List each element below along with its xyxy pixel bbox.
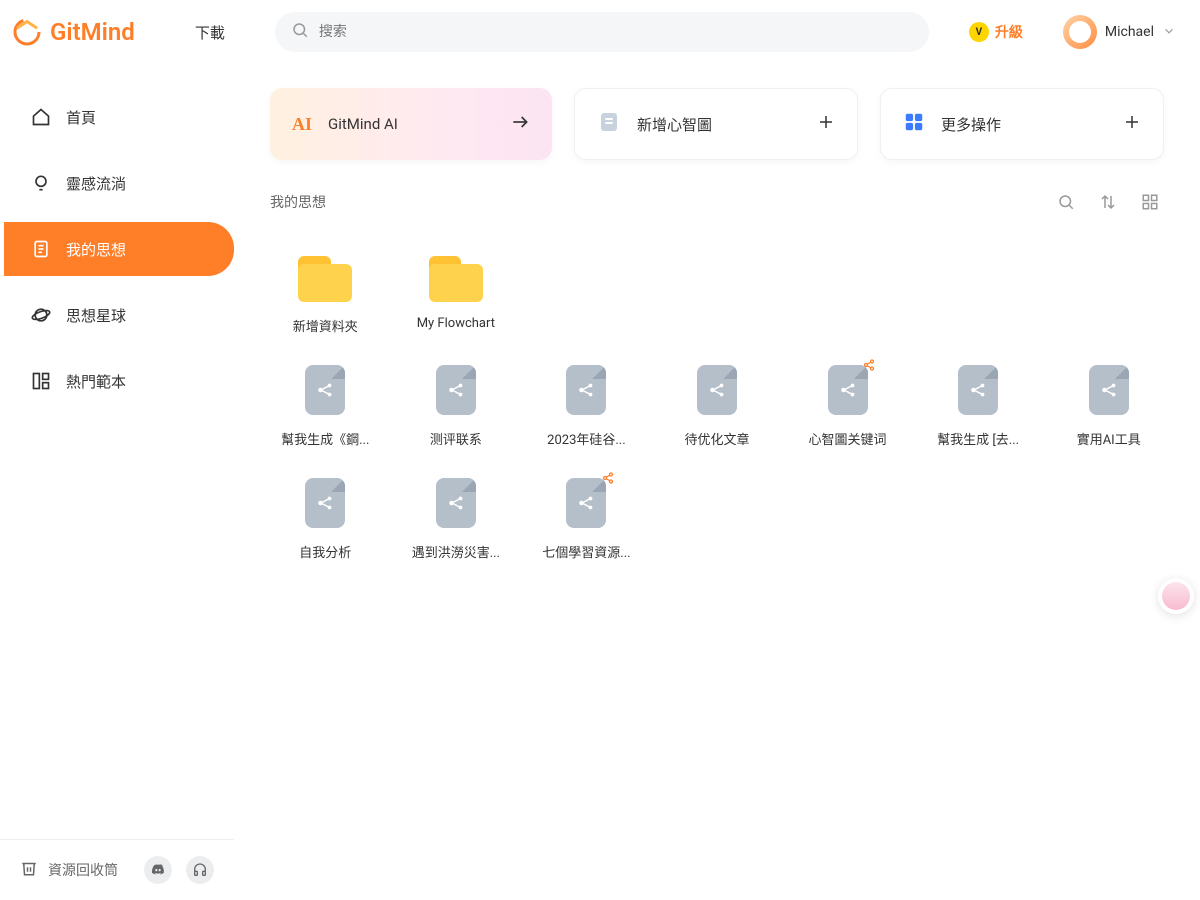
- section-search-button[interactable]: [1052, 188, 1080, 216]
- item-label: 新增資料夾: [293, 316, 358, 335]
- item-label: 2023年硅谷...: [547, 429, 626, 448]
- item-label: 待优化文章: [684, 429, 749, 448]
- sidebar-item-label: 靈感流淌: [66, 173, 126, 194]
- folder-icon: [298, 256, 352, 302]
- sidebar-item-label: 思想星球: [66, 305, 126, 326]
- sidebar-item-inspiration[interactable]: 靈感流淌: [4, 156, 234, 210]
- view-toggle-button[interactable]: [1136, 188, 1164, 216]
- item-label: 自我分析: [299, 542, 351, 561]
- plus-icon: [817, 113, 835, 135]
- sidebar-item-planet[interactable]: 思想星球: [4, 288, 234, 342]
- file-item[interactable]: 實用AI工具: [1053, 365, 1164, 448]
- item-label: 心智圖关键词: [809, 429, 887, 448]
- file-item[interactable]: 待优化文章: [662, 365, 773, 448]
- item-label: My Flowchart: [417, 316, 495, 331]
- bulb-icon: [30, 172, 52, 194]
- folder-item[interactable]: My Flowchart: [401, 256, 512, 335]
- mindmap-file-icon: [436, 478, 476, 528]
- mindmap-file-icon: [566, 478, 606, 528]
- brand-logo[interactable]: GitMind: [12, 17, 135, 47]
- item-label: 幫我生成《鋼...: [281, 429, 369, 448]
- sidebar-item-my-thoughts[interactable]: 我的思想: [4, 222, 234, 276]
- shared-badge-icon: [863, 359, 875, 374]
- shared-badge-icon: [602, 472, 614, 487]
- sidebar-item-label: 首頁: [66, 107, 96, 128]
- sidebar-item-home[interactable]: 首頁: [4, 90, 234, 144]
- trash-icon: [20, 859, 38, 881]
- mindmap-file-icon: [305, 478, 345, 528]
- discord-button[interactable]: [144, 856, 172, 884]
- main-content: AI GitMind AI 新增心智圖 更多操作 我的思想: [234, 64, 1200, 900]
- mindmap-icon: [597, 110, 621, 138]
- upgrade-label: 升級: [995, 22, 1023, 42]
- discord-icon: [150, 862, 166, 878]
- item-label: 测评联系: [430, 429, 482, 448]
- arrow-right-icon: [510, 112, 530, 136]
- sidebar-item-templates[interactable]: 熱門範本: [4, 354, 234, 408]
- trash-label: 資源回收筒: [48, 860, 118, 880]
- file-item[interactable]: 遇到洪澇災害...: [401, 478, 512, 561]
- file-item[interactable]: 七個學習資源...: [531, 478, 642, 561]
- plus-icon: [1123, 113, 1141, 135]
- apps-icon: [903, 111, 925, 137]
- brand-name: GitMind: [50, 18, 135, 46]
- file-item[interactable]: 幫我生成 [去...: [923, 365, 1034, 448]
- item-label: 遇到洪澇災害...: [412, 542, 500, 561]
- home-icon: [30, 106, 52, 128]
- mindmap-file-icon: [828, 365, 868, 415]
- item-label: 幫我生成 [去...: [937, 429, 1019, 448]
- file-item[interactable]: 自我分析: [270, 478, 381, 561]
- search-input[interactable]: [275, 12, 929, 52]
- file-item[interactable]: 2023年硅谷...: [531, 365, 642, 448]
- file-item[interactable]: 幫我生成《鋼...: [270, 365, 381, 448]
- sort-button[interactable]: [1094, 188, 1122, 216]
- headset-icon: [192, 862, 208, 878]
- folder-icon: [429, 256, 483, 302]
- upgrade-badge-icon: V: [969, 22, 989, 42]
- ai-icon: AI: [292, 114, 312, 135]
- chevron-down-icon: [1162, 23, 1176, 42]
- sort-icon: [1099, 193, 1117, 211]
- file-item[interactable]: 测评联系: [401, 365, 512, 448]
- search-icon: [291, 21, 309, 43]
- search-icon: [1057, 193, 1075, 211]
- mindmap-file-icon: [305, 365, 345, 415]
- mindmap-file-icon: [958, 365, 998, 415]
- sidebar-item-label: 熱門範本: [66, 371, 126, 392]
- folder-item[interactable]: 新增資料夾: [270, 256, 381, 335]
- mindmap-file-icon: [566, 365, 606, 415]
- ai-card-label: GitMind AI: [328, 115, 398, 133]
- download-link[interactable]: 下載: [195, 22, 225, 43]
- assistant-floating-button[interactable]: [1158, 578, 1194, 614]
- template-icon: [30, 370, 52, 392]
- item-label: 實用AI工具: [1077, 429, 1141, 448]
- sidebar: 首頁 靈感流淌 我的思想 思想星球 熱門範本 資源回收筒: [0, 64, 234, 900]
- trash-link[interactable]: 資源回收筒: [20, 859, 130, 881]
- section-title: 我的思想: [270, 192, 326, 212]
- planet-icon: [30, 304, 52, 326]
- new-mindmap-label: 新增心智圖: [637, 114, 712, 135]
- new-mindmap-card[interactable]: 新增心智圖: [574, 88, 858, 160]
- more-actions-card[interactable]: 更多操作: [880, 88, 1164, 160]
- username-label: Michael: [1105, 24, 1154, 40]
- logo-icon: [12, 17, 42, 47]
- document-icon: [30, 238, 52, 260]
- sidebar-item-label: 我的思想: [66, 239, 126, 260]
- mindmap-file-icon: [1089, 365, 1129, 415]
- grid-icon: [1141, 193, 1159, 211]
- mindmap-file-icon: [436, 365, 476, 415]
- user-menu[interactable]: Michael: [1063, 15, 1176, 49]
- gitmind-ai-card[interactable]: AI GitMind AI: [270, 88, 552, 160]
- mindmap-file-icon: [697, 365, 737, 415]
- item-label: 七個學習資源...: [542, 542, 630, 561]
- support-button[interactable]: [186, 856, 214, 884]
- user-avatar-icon: [1063, 15, 1097, 49]
- more-actions-label: 更多操作: [941, 114, 1001, 135]
- upgrade-button[interactable]: V 升級: [969, 22, 1023, 42]
- file-item[interactable]: 心智圖关键词: [792, 365, 903, 448]
- assistant-avatar-icon: [1162, 582, 1190, 610]
